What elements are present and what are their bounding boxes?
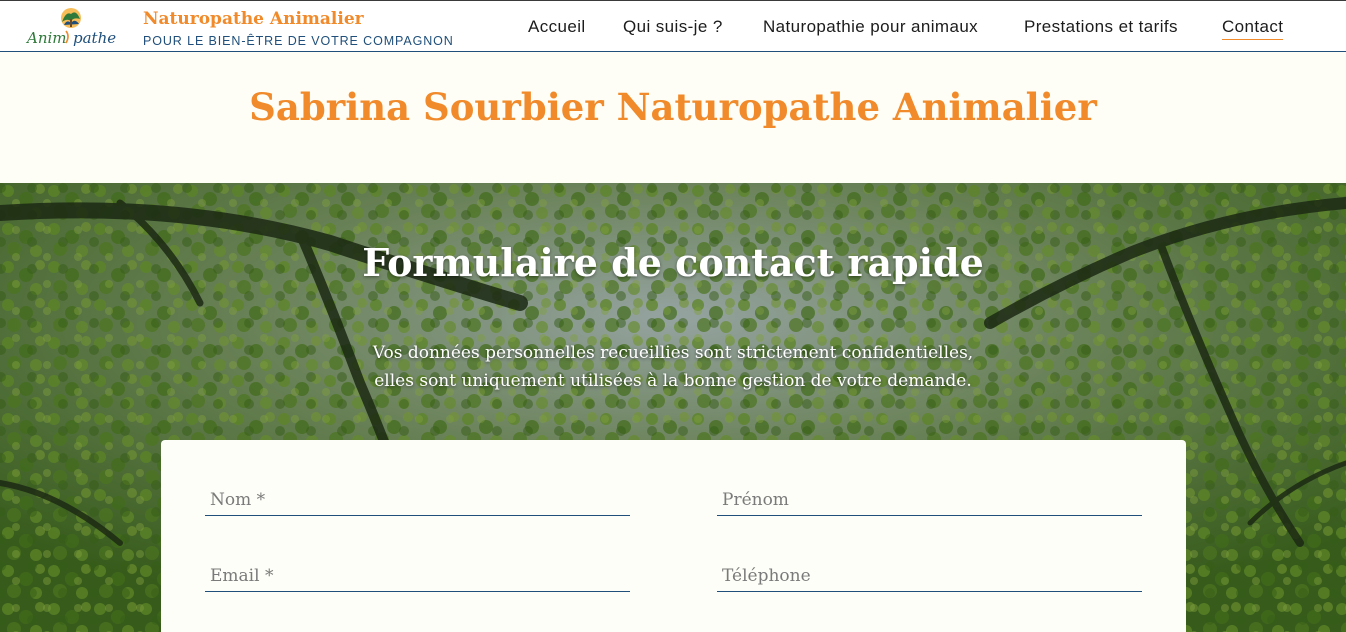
privacy-notice: Vos données personnelles recueillies son… bbox=[0, 339, 1346, 395]
contact-form-card bbox=[161, 440, 1186, 632]
nav-item-prestations[interactable]: Prestations et tarifs bbox=[1024, 17, 1178, 37]
title-band: Sabrina Sourbier Naturopathe Animalier bbox=[0, 52, 1346, 183]
email-field bbox=[205, 552, 630, 592]
contact-form-heading: Formulaire de contact rapide bbox=[362, 240, 984, 285]
privacy-notice-line-2: elles sont uniquement utilisées à la bon… bbox=[374, 371, 972, 391]
hero-section: Formulaire de contact rapide Vos données… bbox=[0, 183, 1346, 632]
nom-field bbox=[205, 476, 630, 516]
nav-item-naturopathie[interactable]: Naturopathie pour animaux bbox=[763, 17, 978, 37]
telephone-input[interactable] bbox=[717, 552, 1142, 592]
nav-item-accueil[interactable]: Accueil bbox=[528, 17, 586, 37]
email-input[interactable] bbox=[205, 552, 630, 592]
prenom-input[interactable] bbox=[717, 476, 1142, 516]
privacy-notice-line-1: Vos données personnelles recueillies son… bbox=[372, 343, 974, 363]
site-header: Anim pathe Naturopathe Animalier POUR LE… bbox=[0, 0, 1346, 52]
telephone-field bbox=[717, 552, 1142, 592]
page-title: Sabrina Sourbier Naturopathe Animalier bbox=[249, 85, 1097, 129]
main-nav: Accueil Qui suis-je ? Naturopathie pour … bbox=[0, 17, 1346, 41]
nav-item-contact[interactable]: Contact bbox=[1222, 17, 1284, 40]
nom-input[interactable] bbox=[205, 476, 630, 516]
prenom-field bbox=[717, 476, 1142, 516]
nav-item-qui-suis-je[interactable]: Qui suis-je ? bbox=[623, 17, 723, 37]
